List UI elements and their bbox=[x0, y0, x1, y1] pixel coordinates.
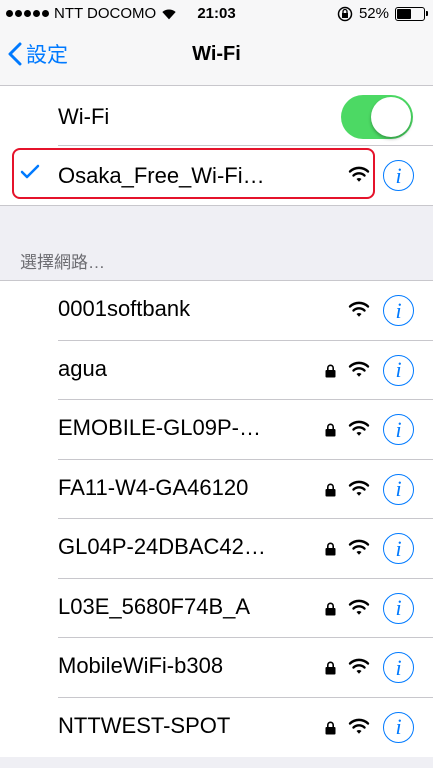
section-header: 選擇網路… bbox=[20, 253, 105, 272]
network-name: MobileWiFi-b308 bbox=[58, 653, 224, 678]
navigation-bar: 設定 Wi-Fi bbox=[0, 28, 433, 86]
rotation-lock-icon bbox=[337, 6, 353, 21]
wifi-signal-icon bbox=[348, 420, 370, 436]
wifi-signal-icon bbox=[348, 539, 370, 555]
network-name: L03E_5680F74B_A bbox=[58, 593, 251, 619]
info-button[interactable]: i bbox=[383, 473, 414, 505]
connected-network-row[interactable]: Osaka_Free_Wi-Fi… i bbox=[0, 146, 433, 206]
network-row[interactable]: GL04P-24DBAC42… i bbox=[0, 519, 433, 579]
lock-icon bbox=[325, 364, 336, 377]
wifi-signal-icon bbox=[348, 361, 370, 377]
battery-percent: 52% bbox=[358, 5, 389, 22]
network-name: NTTWEST-SPOT bbox=[58, 712, 231, 738]
wifi-toggle-label: Wi-Fi bbox=[58, 104, 110, 129]
info-button[interactable]: i bbox=[383, 160, 414, 191]
info-icon: i bbox=[383, 414, 414, 445]
info-button[interactable]: i bbox=[383, 652, 414, 683]
lock-icon bbox=[325, 483, 336, 496]
battery-icon bbox=[395, 6, 428, 21]
network-row[interactable]: agua i bbox=[0, 341, 433, 400]
info-icon: i bbox=[383, 652, 414, 683]
wifi-signal-icon bbox=[348, 658, 370, 674]
info-button[interactable]: i bbox=[383, 414, 414, 445]
network-row[interactable]: 0001softbank i bbox=[0, 281, 433, 341]
info-button[interactable]: i bbox=[383, 592, 414, 624]
info-icon: i bbox=[383, 533, 414, 564]
info-button[interactable]: i bbox=[383, 354, 414, 386]
lock-icon bbox=[325, 542, 336, 556]
network-name: EMOBILE-GL09P-… bbox=[58, 415, 261, 440]
wifi-signal-icon bbox=[348, 480, 370, 496]
network-row[interactable]: NTTWEST-SPOT i bbox=[0, 698, 433, 758]
info-button[interactable]: i bbox=[383, 295, 414, 326]
network-name: FA11-W4-GA46120 bbox=[58, 474, 249, 500]
lock-icon bbox=[325, 721, 336, 734]
info-icon: i bbox=[383, 160, 414, 191]
status-bar: NTT DOCOMO 21:03 52% bbox=[0, 0, 433, 28]
info-icon: i bbox=[383, 473, 414, 505]
connected-network-name: Osaka_Free_Wi-Fi… bbox=[58, 163, 265, 188]
wifi-settings-section: Wi-Fi Osaka_Free_Wi-Fi… i bbox=[0, 86, 433, 206]
info-button[interactable]: i bbox=[383, 533, 414, 564]
info-icon: i bbox=[383, 711, 414, 743]
wifi-signal-icon bbox=[348, 718, 370, 734]
info-icon: i bbox=[383, 295, 414, 326]
info-button[interactable]: i bbox=[383, 711, 414, 743]
lock-icon bbox=[325, 602, 336, 615]
info-icon: i bbox=[383, 592, 414, 624]
network-name: 0001softbank bbox=[58, 296, 191, 321]
wifi-toggle-switch[interactable] bbox=[341, 95, 413, 139]
wifi-signal-icon bbox=[348, 166, 370, 182]
checkmark-icon bbox=[20, 164, 40, 179]
network-name: agua bbox=[58, 355, 107, 381]
network-row[interactable]: EMOBILE-GL09P-… i bbox=[0, 400, 433, 460]
network-name: GL04P-24DBAC42… bbox=[58, 534, 266, 559]
wifi-toggle-row: Wi-Fi bbox=[0, 86, 433, 146]
status-right: 52% bbox=[337, 5, 428, 22]
lock-icon bbox=[325, 661, 336, 675]
page-title: Wi-Fi bbox=[192, 43, 241, 65]
network-list: 0001softbank i agua i EMOBILE-GL09P-… i FA11-W… bbox=[0, 280, 433, 757]
network-row[interactable]: MobileWiFi-b308 i bbox=[0, 638, 433, 698]
lock-icon bbox=[325, 423, 336, 437]
wifi-signal-icon bbox=[348, 301, 370, 317]
info-icon: i bbox=[383, 354, 414, 386]
network-row[interactable]: FA11-W4-GA46120 i bbox=[0, 460, 433, 519]
wifi-signal-icon bbox=[348, 599, 370, 615]
network-row[interactable]: L03E_5680F74B_A i bbox=[0, 579, 433, 638]
